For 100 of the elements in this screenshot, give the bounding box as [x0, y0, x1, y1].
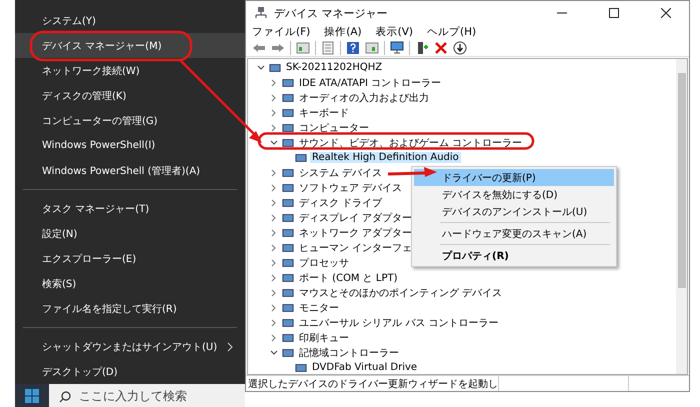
tree-item[interactable]: ポート (COM と LPT) [297, 270, 400, 284]
properties-icon[interactable] [321, 40, 335, 54]
scrollbar[interactable] [676, 59, 687, 374]
menu-item[interactable]: タスク マネージャー(T) [15, 196, 245, 221]
menu-item[interactable]: 検索(S) [15, 271, 245, 296]
context-menu-item[interactable]: デバイスのアンインストール(U) [414, 203, 614, 220]
device-icon [282, 182, 294, 194]
menu-item[interactable]: シャットダウンまたはサインアウト(U) [15, 334, 245, 359]
expand-chevron-icon[interactable] [271, 258, 277, 266]
tree-item[interactable]: IDE ATA/ATAPI コントローラー [297, 76, 444, 90]
status-text: 選択したデバイスのドライバー更新ウィザードを起動し [246, 376, 499, 391]
device-icon [282, 106, 294, 118]
maximize-icon[interactable] [609, 8, 619, 18]
device-icon [269, 62, 281, 74]
tree-item[interactable]: 印刷キュー [297, 330, 351, 344]
monitor-icon[interactable] [390, 40, 404, 54]
context-menu-item[interactable]: プロパティ(R) [414, 247, 614, 264]
start-button[interactable] [15, 384, 49, 407]
tree-item[interactable]: ユニバーサル シリアル バス コントローラー [297, 316, 501, 330]
device-icon [282, 346, 294, 358]
pointer-arrow [388, 167, 437, 177]
context-menu-item[interactable]: ドライバーの更新(P) [414, 169, 614, 186]
device-icon [282, 332, 294, 344]
menu-item[interactable]: ファイル名を指定して実行(R) [15, 296, 245, 321]
menu-item[interactable]: エクスプローラー(E) [15, 246, 245, 271]
device-icon [282, 196, 294, 208]
tree-item[interactable]: ソフトウェア デバイス [297, 180, 404, 194]
device-icon [282, 92, 294, 104]
expand-chevron-icon[interactable] [271, 184, 277, 192]
search-field[interactable]: ここに入力して検索 [49, 384, 245, 407]
tree-item[interactable]: Realtek High Definition Audio [310, 152, 461, 163]
device-icon [282, 316, 294, 328]
expand-chevron-icon[interactable] [271, 334, 277, 342]
tree-item[interactable]: プロセッサ [297, 256, 351, 270]
tree-item[interactable]: オーディオの入力および出力 [297, 90, 431, 104]
menu-item[interactable]: Windows PowerShell (管理者)(A) [15, 158, 245, 183]
menu-bar-item[interactable]: ファイル(F) [252, 25, 310, 39]
device-icon [282, 286, 294, 298]
menu-item[interactable]: ディスクの管理(K) [15, 83, 245, 108]
window-icon[interactable] [365, 40, 379, 54]
close-icon[interactable] [661, 8, 671, 18]
tree-item[interactable]: コンピューター [297, 120, 371, 134]
context-menu-item[interactable]: デバイスを無効にする(D) [414, 186, 614, 203]
computer-network-icon [254, 6, 268, 20]
menu-item[interactable]: コンピューターの管理(G) [15, 108, 245, 133]
window-icon[interactable] [296, 40, 310, 54]
menu-item[interactable]: デスクトップ(D) [15, 359, 245, 384]
expand-chevron-icon[interactable] [271, 288, 277, 296]
window-title: デバイス マネージャー [274, 6, 388, 20]
collapse-chevron-icon[interactable] [270, 140, 278, 146]
device-icon [282, 272, 294, 284]
tree-item[interactable]: モニター [297, 300, 341, 314]
context-menu-item[interactable]: ハードウェア変更のスキャン(A) [414, 225, 614, 242]
tree-item[interactable]: 記憶域コントローラー [297, 346, 401, 360]
tree-item[interactable]: サウンド、ビデオ、およびゲーム コントローラー [297, 136, 524, 150]
tree-item[interactable]: システム デバイス [297, 166, 384, 180]
menu-item[interactable]: システム(Y) [15, 8, 245, 33]
tree-item[interactable]: ヒューマン インターフェ [297, 240, 414, 254]
menu-item[interactable]: ネットワーク接続(W) [15, 58, 245, 83]
expand-chevron-icon[interactable] [271, 78, 277, 86]
expand-chevron-icon[interactable] [271, 228, 277, 236]
expand-chevron-icon[interactable] [271, 214, 277, 222]
menu-item[interactable]: Windows PowerShell(I) [15, 133, 245, 158]
expand-chevron-icon[interactable] [271, 274, 277, 282]
device-icon [282, 256, 294, 268]
menu-item[interactable]: デバイス マネージャー(M) [15, 33, 245, 58]
menu-bar-item[interactable]: 操作(A) [324, 25, 362, 39]
tree-item[interactable]: SK-20211202HQHZ [284, 62, 384, 73]
device-icon [295, 152, 307, 164]
device-icon [282, 76, 294, 88]
device-icon [282, 166, 294, 178]
menu-bar-item[interactable]: ヘルプ(H) [427, 25, 476, 39]
delete-icon[interactable] [434, 40, 448, 54]
collapse-chevron-icon[interactable] [270, 350, 278, 356]
expand-chevron-icon[interactable] [271, 124, 277, 132]
expand-chevron-icon[interactable] [271, 168, 277, 176]
device-icon [295, 362, 307, 374]
tree-item[interactable]: キーボード [297, 106, 351, 120]
expand-chevron-icon[interactable] [271, 244, 277, 252]
tree-item[interactable]: ディスク ドライブ [297, 196, 384, 210]
windows-logo-icon [25, 388, 39, 402]
add-driver-icon[interactable] [415, 40, 429, 54]
expand-chevron-icon[interactable] [271, 94, 277, 102]
device-icon [282, 302, 294, 314]
menu-item[interactable]: 設定(N) [15, 221, 245, 246]
download-icon[interactable] [453, 40, 467, 54]
expand-chevron-icon[interactable] [271, 108, 277, 116]
device-icon [282, 242, 294, 254]
expand-chevron-icon[interactable] [271, 198, 277, 206]
tree-item[interactable]: DVDFab Virtual Drive [310, 362, 420, 373]
expand-chevron-icon[interactable] [271, 318, 277, 326]
device-icon [282, 226, 294, 238]
menu-bar-item[interactable]: 表示(V) [376, 25, 414, 39]
device-icon [282, 136, 294, 148]
help-icon[interactable] [346, 40, 360, 54]
tree-item[interactable]: ネットワーク アダプター [297, 226, 414, 240]
tree-item[interactable]: ディスプレイ アダプター [297, 210, 414, 224]
collapse-chevron-icon[interactable] [257, 64, 265, 70]
tree-item[interactable]: マウスとそのほかのポインティング デバイス [297, 286, 504, 300]
expand-chevron-icon[interactable] [271, 304, 277, 312]
